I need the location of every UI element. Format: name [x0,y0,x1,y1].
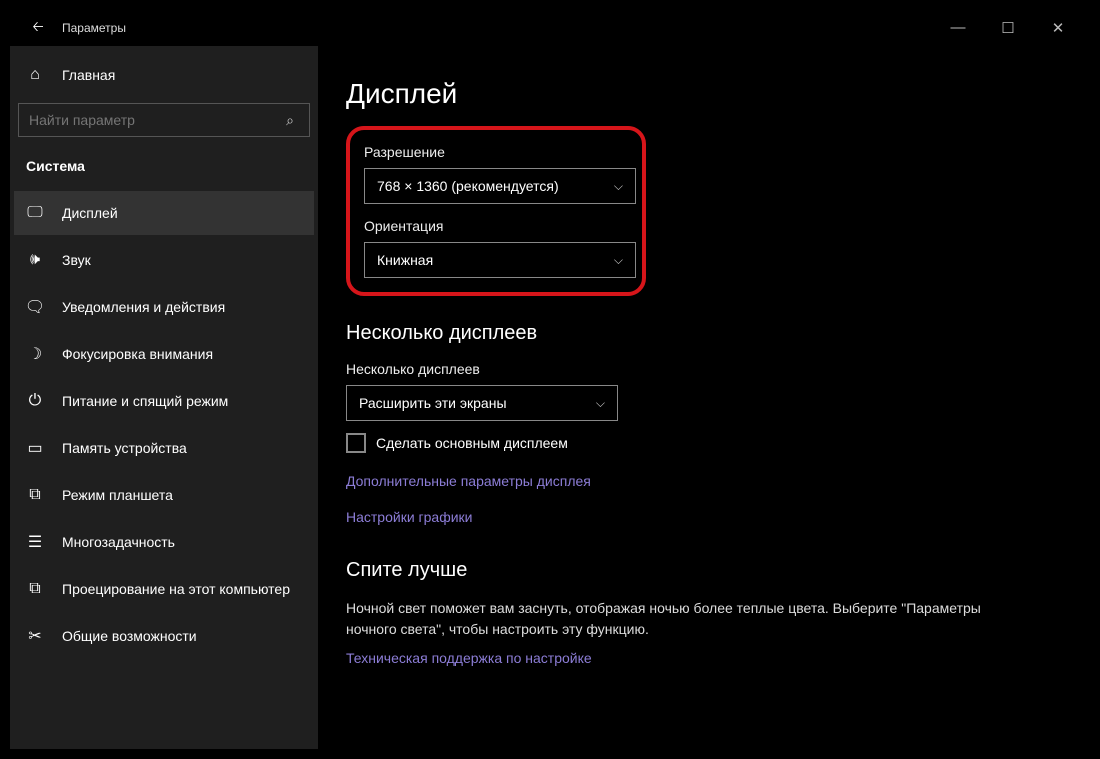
sidebar-item-label: Память устройства [62,440,187,456]
sidebar-item-label: Уведомления и действия [62,299,225,315]
home-button[interactable]: ⌂ Главная [14,56,314,94]
home-label: Главная [62,67,115,83]
sidebar-item-focus[interactable]: ☽ Фокусировка внимания [14,332,314,376]
back-button[interactable]: 🡠 [18,16,58,40]
titlebar: 🡠 Параметры — ☐ ✕ [10,10,1090,46]
window-title: Параметры [58,21,126,35]
highlight-box: Разрешение 768 × 1360 (рекомендуется) ⌵ … [346,126,646,296]
power-icon: ⏻ [26,392,44,410]
page-title: Дисплей [346,78,1062,110]
sidebar-item-label: Проецирование на этот компьютер [62,581,290,597]
primary-display-checkbox-row[interactable]: Сделать основным дисплеем [346,433,1062,453]
orientation-label: Ориентация [364,218,628,234]
window-controls: — ☐ ✕ [944,19,1090,37]
close-button[interactable]: ✕ [1044,19,1072,37]
multi-displays-dropdown[interactable]: Расширить эти экраны ⌵ [346,385,618,421]
checkbox-icon[interactable] [346,433,366,453]
sidebar: ⌂ Главная ⌕ Система 🖵 Дисплей 🕪 Звук 🗨 У… [10,46,318,749]
sidebar-item-label: Общие возможности [62,628,197,644]
body-row: ⌂ Главная ⌕ Система 🖵 Дисплей 🕪 Звук 🗨 У… [10,46,1090,749]
multi-displays-label: Несколько дисплеев [346,361,1062,377]
sound-icon: 🕪 [26,251,44,269]
link-support[interactable]: Техническая поддержка по настройке [346,650,1062,666]
checkbox-label: Сделать основным дисплеем [376,435,568,451]
multitask-icon: ☰ [26,533,44,551]
maximize-button[interactable]: ☐ [994,19,1022,37]
sidebar-item-power[interactable]: ⏻ Питание и спящий режим [14,379,314,423]
resolution-value: 768 × 1360 (рекомендуется) [377,178,559,194]
resolution-dropdown[interactable]: 768 × 1360 (рекомендуется) ⌵ [364,168,636,204]
chevron-down-icon: ⌵ [614,179,623,194]
settings-window: 🡠 Параметры — ☐ ✕ ⌂ Главная ⌕ Система 🖵 … [10,10,1090,749]
notifications-icon: 🗨 [26,298,44,316]
sidebar-item-tablet[interactable]: ⧉ Режим планшета [14,473,314,517]
sidebar-item-label: Многозадачность [62,534,175,550]
resolution-label: Разрешение [364,144,628,160]
focus-icon: ☽ [26,345,44,363]
projecting-icon: ⧉ [26,580,44,598]
section-title: Система [14,150,314,188]
storage-icon: ▭ [26,439,44,457]
chevron-down-icon: ⌵ [614,253,623,268]
sidebar-item-label: Режим планшета [62,487,173,503]
sleep-better-heading: Спите лучше [346,559,1062,582]
minimize-button[interactable]: — [944,19,972,37]
search-icon: ⌕ [281,111,299,129]
sidebar-item-projecting[interactable]: ⧉ Проецирование на этот компьютер [14,567,314,611]
link-advanced-display[interactable]: Дополнительные параметры дисплея [346,473,1062,489]
sidebar-item-label: Звук [62,252,91,268]
sidebar-item-multitask[interactable]: ☰ Многозадачность [14,520,314,564]
orientation-dropdown[interactable]: Книжная ⌵ [364,242,636,278]
multi-displays-value: Расширить эти экраны [359,395,507,411]
chevron-down-icon: ⌵ [596,396,605,411]
display-icon: 🖵 [26,204,44,222]
sidebar-item-sound[interactable]: 🕪 Звук [14,238,314,282]
search-field[interactable] [29,112,281,128]
shared-icon: ✂ [26,627,44,645]
tablet-icon: ⧉ [26,486,44,504]
sidebar-item-storage[interactable]: ▭ Память устройства [14,426,314,470]
multi-displays-heading: Несколько дисплеев [346,322,1062,345]
sidebar-item-label: Питание и спящий режим [62,393,228,409]
sidebar-item-label: Фокусировка внимания [62,346,213,362]
sidebar-item-label: Дисплей [62,205,118,221]
sleep-better-text: Ночной свет поможет вам заснуть, отображ… [346,598,986,640]
link-graphics-settings[interactable]: Настройки графики [346,509,1062,525]
sidebar-item-display[interactable]: 🖵 Дисплей [14,191,314,235]
search-input[interactable]: ⌕ [18,103,310,137]
sidebar-item-notifications[interactable]: 🗨 Уведомления и действия [14,285,314,329]
sidebar-item-shared[interactable]: ✂ Общие возможности [14,614,314,658]
main-content: Дисплей Разрешение 768 × 1360 (рекоменду… [318,46,1090,749]
orientation-value: Книжная [377,252,433,268]
home-icon: ⌂ [26,66,44,84]
